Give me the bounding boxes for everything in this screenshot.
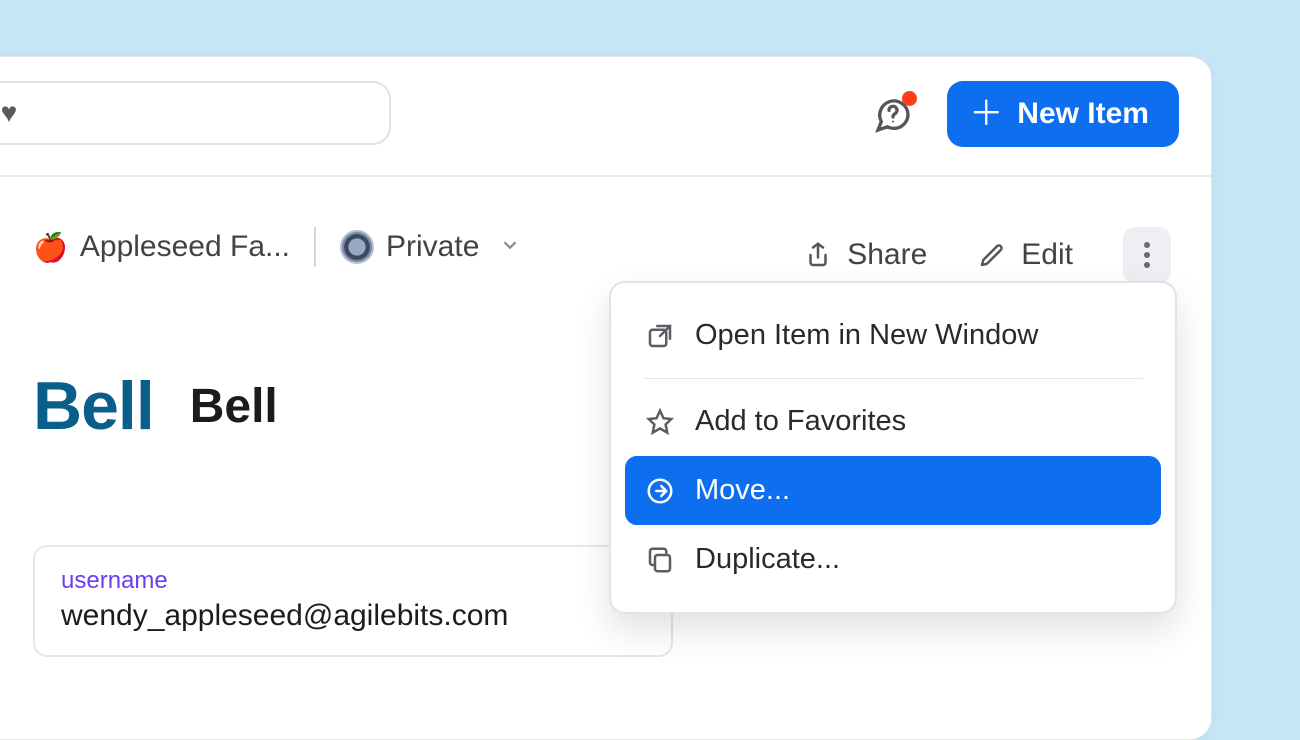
apple-icon: 🍎 <box>33 231 68 264</box>
chevron-down-icon <box>499 230 521 264</box>
menu-move[interactable]: Move... <box>625 456 1161 525</box>
external-window-icon <box>645 321 675 351</box>
field-value: wendy_appleseed@agilebits.com <box>61 599 645 633</box>
item-logo: Bell <box>33 367 154 445</box>
menu-duplicate[interactable]: Duplicate... <box>625 525 1161 594</box>
menu-add-favorites[interactable]: Add to Favorites <box>625 387 1161 456</box>
edit-button[interactable]: Edit <box>977 238 1073 272</box>
vault-name: Private <box>386 230 479 264</box>
notification-dot-icon <box>902 91 917 106</box>
plus-icon: ＋ <box>969 97 1003 131</box>
move-icon <box>645 476 675 506</box>
breadcrumb-separator <box>314 227 316 267</box>
share-label: Share <box>847 238 927 272</box>
pencil-icon <box>977 240 1007 270</box>
menu-label: Duplicate... <box>695 543 840 576</box>
edit-label: Edit <box>1021 238 1073 272</box>
duplicate-icon <box>645 545 675 575</box>
favorites-heart-icon: ♥ <box>1 97 18 129</box>
share-icon <box>803 240 833 270</box>
more-options-button[interactable] <box>1123 227 1171 283</box>
menu-label: Add to Favorites <box>695 405 906 438</box>
item-title: Bell <box>190 379 278 434</box>
app-window: ly ♥ ＋ New Item 🍎 Appleseed Fa... <box>0 56 1212 740</box>
menu-label: Open Item in New Window <box>695 319 1038 352</box>
help-button[interactable] <box>871 93 915 137</box>
item-actions: Share Edit <box>803 227 1171 283</box>
top-bar: ly ♥ ＋ New Item <box>0 57 1211 177</box>
share-button[interactable]: Share <box>803 238 927 272</box>
new-item-button[interactable]: ＋ New Item <box>947 81 1179 147</box>
kebab-icon <box>1143 240 1151 270</box>
search-input[interactable]: ly ♥ <box>0 81 391 145</box>
menu-divider <box>643 378 1143 379</box>
vault-selector[interactable]: Private <box>340 230 521 264</box>
vault-icon <box>340 230 374 264</box>
more-options-menu: Open Item in New Window Add to Favorites… <box>609 281 1177 614</box>
menu-open-new-window[interactable]: Open Item in New Window <box>625 301 1161 370</box>
account-name: Appleseed Fa... <box>80 230 290 264</box>
account-crumb[interactable]: 🍎 Appleseed Fa... <box>33 230 290 264</box>
menu-label: Move... <box>695 474 790 507</box>
field-label: username <box>61 567 645 595</box>
star-icon <box>645 407 675 437</box>
new-item-label: New Item <box>1017 97 1149 131</box>
username-field[interactable]: username wendy_appleseed@agilebits.com <box>33 545 673 657</box>
